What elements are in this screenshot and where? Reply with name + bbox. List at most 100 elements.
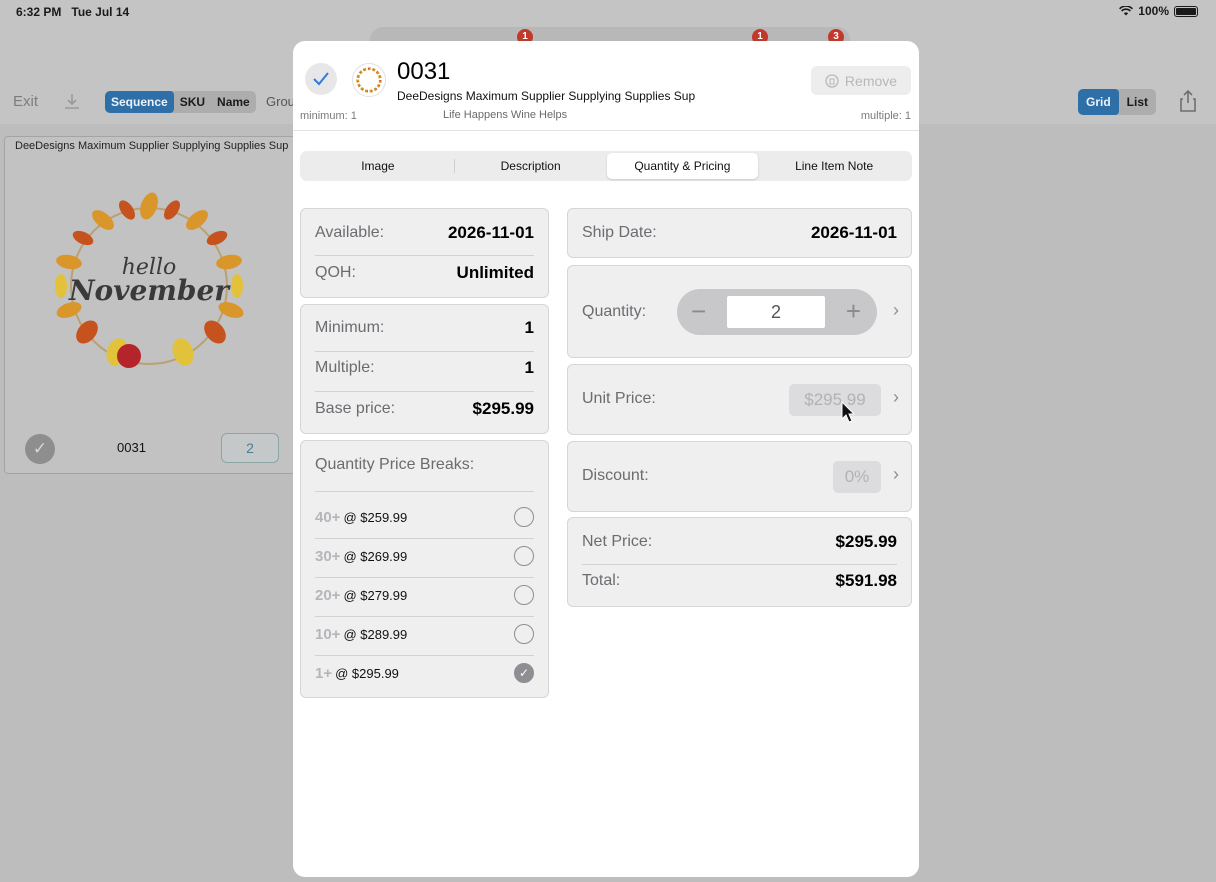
minimum-value: 1: [524, 318, 534, 337]
exit-button[interactable]: Exit: [13, 93, 38, 110]
quantity-stepper: − 2 +: [677, 289, 877, 335]
group-option[interactable]: Grou: [266, 94, 295, 109]
card-check-icon[interactable]: ✓: [25, 434, 55, 464]
product-sku: 0031: [397, 58, 451, 85]
quantity-input[interactable]: 2: [727, 296, 825, 328]
net-price-label: Net Price:: [582, 533, 653, 550]
discount-panel: Discount: 0% ›: [567, 441, 912, 512]
view-list[interactable]: List: [1119, 89, 1156, 115]
sort-sequence[interactable]: Sequence: [105, 91, 174, 113]
base-price-row: Base price: $295.99: [315, 399, 534, 419]
mouse-cursor-icon: [841, 401, 856, 423]
ship-date-row: Ship Date: 2026-11-01: [582, 223, 897, 243]
sort-segmented-control: Sequence SKU Name: [105, 91, 256, 113]
increment-button[interactable]: +: [846, 297, 861, 325]
break-price: @ $279.99: [343, 587, 408, 603]
break-qty: 10+: [315, 625, 341, 643]
tab-description[interactable]: Description: [455, 153, 607, 179]
share-icon[interactable]: [1178, 89, 1198, 113]
ship-date-label: Ship Date:: [582, 224, 657, 241]
multiple-label: Multiple:: [315, 359, 375, 376]
available-label: Available:: [315, 224, 385, 241]
break-price: @ $295.99: [335, 665, 399, 681]
break-radio[interactable]: [514, 624, 534, 644]
available-row: Available: 2026-11-01: [315, 223, 534, 243]
trash-icon: [825, 73, 839, 88]
tab-image[interactable]: Image: [302, 153, 454, 179]
background-product-card[interactable]: DeeDesigns Maximum Supplier Supplying Su…: [4, 136, 296, 474]
chevron-right-icon[interactable]: ›: [893, 387, 899, 408]
battery-icon: [1174, 5, 1198, 17]
row-divider: [315, 391, 534, 392]
card-quantity-field[interactable]: 2: [221, 433, 279, 463]
header-divider: [293, 130, 919, 131]
multiple-note: multiple: 1: [860, 110, 911, 122]
total-label: Total:: [582, 572, 621, 589]
price-break-row[interactable]: 20+ @ $279.99: [315, 576, 534, 614]
break-radio[interactable]: [514, 546, 534, 566]
remove-label: Remove: [844, 72, 898, 89]
totals-panel: Net Price: $295.99 Total: $591.98: [567, 517, 912, 607]
image-text-november: November: [68, 274, 231, 307]
price-break-row[interactable]: 1+ @ $295.99 ✓: [315, 654, 534, 692]
product-subtitle: Life Happens Wine Helps: [443, 109, 568, 121]
view-grid[interactable]: Grid: [1078, 89, 1119, 115]
download-icon[interactable]: [62, 91, 82, 111]
row-divider: [582, 564, 897, 565]
total-row: Total: $591.98: [582, 571, 897, 591]
battery-percent: 100%: [1138, 4, 1169, 18]
break-price: @ $259.99: [343, 509, 408, 525]
select-check-button[interactable]: [305, 63, 337, 95]
price-breaks-panel: Quantity Price Breaks: 40+ @ $259.99 30+ @…: [300, 440, 549, 698]
status-date: Tue Jul 14: [71, 5, 130, 19]
supplier-logo: [352, 63, 386, 97]
checkmark-icon: [313, 72, 329, 86]
total-value: $591.98: [835, 571, 897, 590]
price-break-row[interactable]: 10+ @ $289.99: [315, 615, 534, 653]
supplier-name: DeeDesigns Maximum Supplier Supplying Su…: [397, 89, 696, 103]
product-detail-modal: 0031 DeeDesigns Maximum Supplier Supplyi…: [293, 41, 919, 877]
qoh-row: QOH: Unlimited: [315, 263, 534, 283]
row-divider: [315, 491, 534, 492]
status-time: 6:32 PM Tue Jul 14: [16, 5, 129, 19]
quantity-label: Quantity:: [582, 303, 647, 320]
break-radio[interactable]: [514, 585, 534, 605]
break-radio-selected[interactable]: ✓: [514, 663, 534, 683]
status-indicators: 100%: [1119, 4, 1198, 18]
minimum-label: Minimum:: [315, 319, 385, 336]
discount-label: Discount:: [582, 467, 649, 484]
sort-name[interactable]: Name: [211, 91, 256, 113]
price-break-row[interactable]: 30+ @ $269.99: [315, 537, 534, 575]
break-qty: 40+: [315, 508, 341, 526]
row-divider: [315, 255, 534, 256]
view-segmented-control: Grid List: [1078, 89, 1157, 115]
multiple-value: 1: [524, 358, 534, 377]
unit-price-label: Unit Price:: [582, 390, 656, 407]
qoh-value: Unlimited: [456, 263, 534, 282]
base-price-value: $295.99: [472, 399, 534, 418]
price-break-row[interactable]: 40+ @ $259.99: [315, 498, 534, 536]
chevron-right-icon[interactable]: ›: [893, 300, 899, 321]
chevron-right-icon[interactable]: ›: [893, 464, 899, 485]
break-price: @ $269.99: [343, 548, 408, 564]
tab-line-item-note[interactable]: Line Item Note: [758, 153, 910, 179]
ship-date-panel[interactable]: Ship Date: 2026-11-01: [567, 208, 912, 258]
discount-field[interactable]: 0%: [833, 461, 881, 493]
remove-button[interactable]: Remove: [811, 66, 911, 95]
available-value: 2026-11-01: [447, 223, 534, 242]
availability-panel: Available: 2026-11-01 QOH: Unlimited: [300, 208, 549, 298]
wreath-image: hello November: [55, 192, 244, 368]
tab-quantity-pricing[interactable]: Quantity & Pricing: [606, 153, 759, 179]
decrement-button[interactable]: −: [691, 297, 706, 325]
detail-tabs: Image Description Quantity & Pricing Lin…: [300, 151, 912, 181]
price-breaks-header: Quantity Price Breaks:: [315, 456, 534, 474]
card-title: DeeDesigns Maximum Supplier Supplying Su…: [15, 140, 289, 152]
unit-price-field[interactable]: $295.99: [789, 384, 881, 416]
break-price: @ $289.99: [343, 626, 408, 642]
break-qty: 30+: [315, 547, 341, 565]
break-radio[interactable]: [514, 507, 534, 527]
sort-sku[interactable]: SKU: [174, 91, 211, 113]
card-sku: 0031: [117, 440, 146, 455]
unit-price-panel: Unit Price: $295.99 ›: [567, 364, 912, 435]
multiple-row: Multiple: 1: [315, 358, 534, 378]
